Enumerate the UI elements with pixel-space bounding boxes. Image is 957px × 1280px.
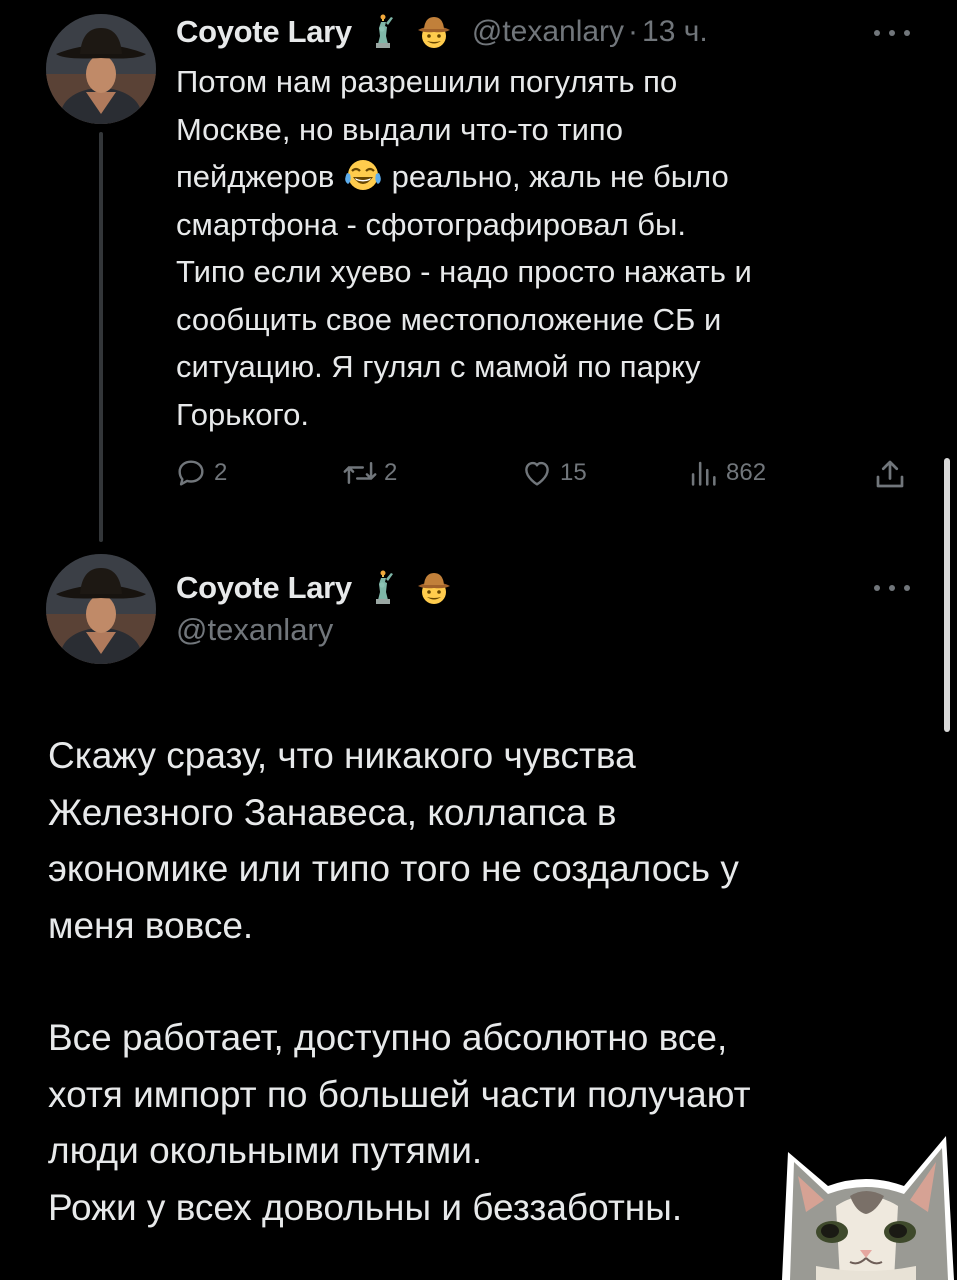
statue-of-liberty-icon: [368, 570, 398, 606]
display-name[interactable]: Coyote Lary: [176, 14, 352, 50]
cat-sticker-image: [776, 1116, 957, 1280]
reply-icon: [174, 456, 208, 490]
reply-button[interactable]: 2: [174, 456, 227, 490]
tweet-header: Coyote Lary @texanlary · 13 ч.: [176, 10, 708, 54]
tweet-text: Потом нам разрешили погулять по Москве, …: [176, 58, 896, 438]
tweet-text-line: Все работает, доступно абсолютно все,: [48, 1017, 728, 1058]
tweet-text-fragment: пейджеров: [176, 159, 335, 194]
heart-icon: [520, 456, 554, 490]
tweet-text-line: Скажу сразу, что никакого чувства: [48, 735, 636, 776]
analytics-icon: [686, 456, 720, 490]
laughing-crying-icon: [343, 157, 383, 193]
like-count: 15: [560, 459, 587, 486]
user-handle[interactable]: @texanlary: [472, 15, 624, 49]
cowboy-hat-face-icon: [416, 14, 452, 50]
views-button[interactable]: 862: [686, 456, 766, 490]
repost-icon: [342, 456, 378, 490]
tweet-text-line: ситуацию. Я гулял с мамой по парку: [176, 349, 701, 384]
tweet-text-line: меня вовсе.: [48, 904, 254, 946]
tweet-text-line: сообщить свое местоположение СБ и: [176, 301, 722, 337]
share-icon: [872, 456, 908, 492]
tweet-text-line: Потом нам разрешили погулять по: [176, 64, 678, 99]
more-options-icon[interactable]: [874, 28, 910, 38]
scrollbar[interactable]: [944, 458, 950, 732]
repost-button[interactable]: 2: [342, 456, 397, 490]
more-options-icon[interactable]: [874, 583, 910, 593]
tweet-text-line: Железного Занавеса, коллапса в: [48, 791, 617, 833]
view-count: 862: [726, 459, 767, 486]
thread-connector-line: [99, 132, 103, 542]
user-handle[interactable]: @texanlary: [176, 612, 333, 648]
reply-count: 2: [214, 459, 228, 486]
tweet-text-line: Москве, но выдали что-то типо: [176, 111, 623, 147]
tweet-header: Coyote Lary: [176, 566, 452, 610]
tweet-text-fragment: реально, жаль не было: [391, 159, 729, 194]
avatar[interactable]: [46, 14, 156, 124]
statue-of-liberty-icon: [368, 14, 398, 50]
tweet-text-line: Типо если хуево - надо просто нажать и: [176, 254, 752, 289]
separator-dot: ·: [628, 15, 639, 48]
tweet-action-bar: 2 2 15 862: [174, 452, 914, 496]
avatar[interactable]: [46, 554, 156, 664]
tweet-text-line: смартфона - сфотографировал бы.: [176, 206, 686, 242]
repost-count: 2: [384, 459, 398, 486]
display-name[interactable]: Coyote Lary: [176, 570, 352, 606]
tweet-text-line: Горького.: [176, 396, 309, 432]
timestamp[interactable]: 13 ч.: [642, 15, 708, 49]
like-button[interactable]: 15: [520, 456, 587, 490]
tweet-text-line: экономике или типо того не создалось у: [48, 848, 739, 889]
tweet-text-line: пейджеров реально, жаль не было: [176, 153, 896, 201]
cowboy-hat-face-icon: [416, 570, 452, 606]
share-button[interactable]: [872, 456, 908, 492]
tweet-text-line: хотя импорт по большей части получают: [48, 1073, 751, 1115]
